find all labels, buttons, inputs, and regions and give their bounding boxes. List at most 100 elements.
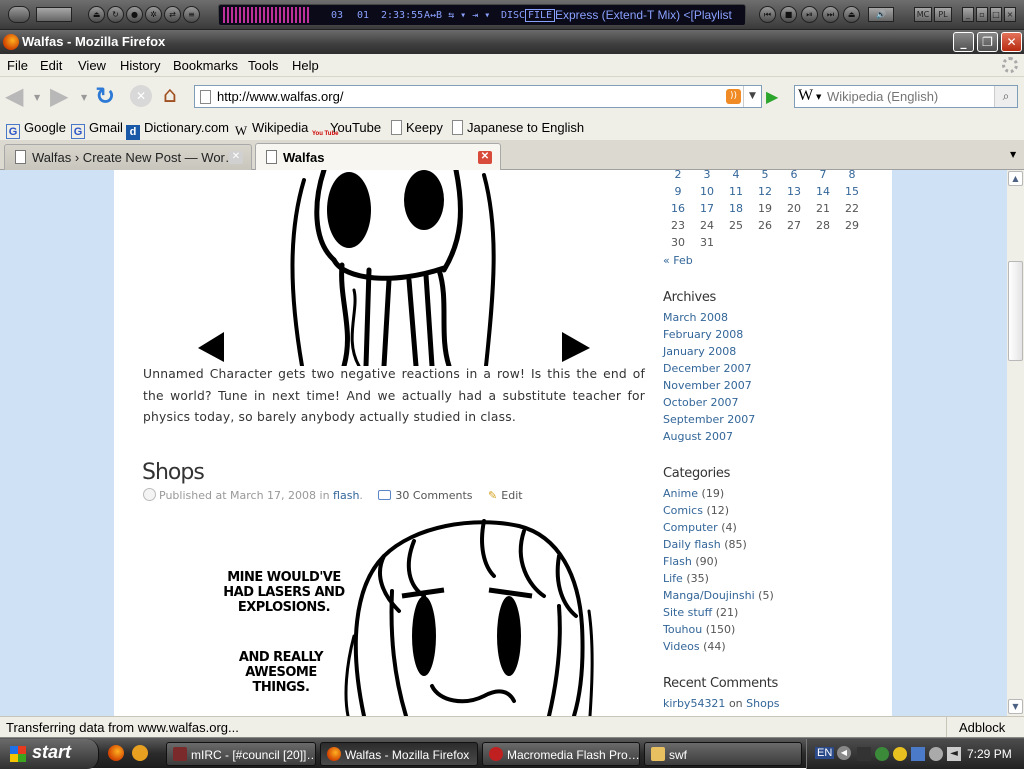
calendar-day[interactable]: 15: [841, 185, 863, 198]
winamp-settings-icon[interactable]: ✲: [145, 6, 162, 23]
calendar-day[interactable]: 14: [812, 185, 834, 198]
winamp-shuffle-icon[interactable]: ⇄: [164, 6, 181, 23]
start-button[interactable]: start: [0, 739, 99, 769]
menu-tools[interactable]: Tools: [248, 58, 278, 73]
stop-icon[interactable]: ✕: [130, 85, 152, 107]
close-icon[interactable]: ✕: [1001, 32, 1022, 52]
calendar-day[interactable]: 18: [725, 202, 747, 215]
tab-create-new-post[interactable]: Walfas › Create New Post — Wor… ✕: [4, 144, 252, 170]
taskbar-item-mirc[interactable]: mIRC - [#council [20]]…: [166, 742, 316, 766]
quicklaunch-app-icon[interactable]: [132, 745, 148, 761]
calendar-day[interactable]: 6: [783, 170, 805, 181]
calendar-day[interactable]: 8: [841, 170, 863, 181]
play-pause-icon[interactable]: ⏯: [801, 6, 818, 23]
firefox-icon[interactable]: [3, 34, 19, 50]
comment-post-link[interactable]: Shops: [746, 697, 779, 710]
search-input[interactable]: [827, 88, 987, 105]
taskbar-item-firefox[interactable]: Walfas - Mozilla Firefox: [320, 742, 478, 766]
quicklaunch-firefox-icon[interactable]: [108, 745, 124, 761]
next-track-icon[interactable]: ⏭: [822, 6, 839, 23]
calendar-day[interactable]: 5: [754, 170, 776, 181]
engine-dropdown-icon[interactable]: ▼: [816, 93, 821, 101]
open-icon[interactable]: ⏏: [843, 6, 860, 23]
go-icon[interactable]: ▶: [766, 87, 778, 106]
taskbar-item-flash[interactable]: Macromedia Flash Pro…: [482, 742, 640, 766]
url-input[interactable]: [217, 88, 717, 105]
archive-link[interactable]: September 2007: [663, 413, 755, 426]
calendar-day[interactable]: 16: [667, 202, 689, 215]
post-comments-link[interactable]: 30 Comments: [395, 489, 472, 502]
forward-history-icon[interactable]: ▼: [81, 93, 87, 102]
tab-list-dropdown-icon[interactable]: ▼: [1010, 150, 1016, 159]
winamp-menu-icon[interactable]: [8, 6, 30, 23]
category-link[interactable]: Anime: [663, 487, 698, 500]
category-link[interactable]: Daily flash: [663, 538, 721, 551]
archive-link[interactable]: January 2008: [663, 345, 736, 358]
rss-feed-icon[interactable]: )): [726, 89, 741, 104]
post-title[interactable]: Shops: [142, 460, 205, 485]
scroll-down-icon[interactable]: ▼: [1008, 699, 1023, 714]
category-link[interactable]: Computer: [663, 521, 718, 534]
archive-link[interactable]: October 2007: [663, 396, 739, 409]
calendar-day[interactable]: 2: [667, 170, 689, 181]
winamp-restore-icon[interactable]: □: [990, 7, 1002, 22]
taskbar-item-swf-folder[interactable]: swf: [644, 742, 802, 766]
maximize-icon[interactable]: ❐: [977, 32, 998, 52]
tab-walfas[interactable]: Walfas ✕: [255, 143, 501, 171]
tab-close-icon[interactable]: ✕: [478, 151, 492, 164]
archive-link[interactable]: February 2008: [663, 328, 743, 341]
bookmark-keepy[interactable]: Keepy: [391, 120, 443, 135]
vertical-scrollbar[interactable]: ▲ ▼: [1007, 170, 1024, 716]
forward-icon[interactable]: ▶: [50, 84, 68, 108]
menu-view[interactable]: View: [78, 58, 106, 73]
back-icon[interactable]: ◀: [5, 84, 23, 108]
stop-icon[interactable]: ■: [780, 6, 797, 23]
category-link[interactable]: Site stuff: [663, 606, 712, 619]
tray-app-icon[interactable]: [929, 747, 943, 761]
calendar-day[interactable]: 17: [696, 202, 718, 215]
archive-link[interactable]: March 2008: [663, 311, 728, 324]
bookmark-dictionary[interactable]: d Dictionary.com: [126, 120, 229, 140]
adblock-status[interactable]: Adblock: [959, 720, 1005, 735]
network-icon[interactable]: [911, 747, 925, 761]
category-link[interactable]: Touhou: [663, 623, 702, 636]
language-indicator[interactable]: EN: [815, 747, 835, 759]
winamp-record-icon[interactable]: ●: [126, 6, 143, 23]
bookmark-wikipedia[interactable]: W Wikipedia: [234, 120, 309, 138]
category-link[interactable]: Flash: [663, 555, 692, 568]
menu-history[interactable]: History: [120, 58, 160, 73]
winamp-pl-button[interactable]: PL: [934, 7, 952, 22]
winamp-repeat-icon[interactable]: ↻: [107, 6, 124, 23]
winamp-options-button[interactable]: [36, 7, 72, 22]
calendar-day[interactable]: 4: [725, 170, 747, 181]
calendar-day[interactable]: 3: [696, 170, 718, 181]
scroll-up-icon[interactable]: ▲: [1008, 171, 1023, 186]
calendar-day[interactable]: 10: [696, 185, 718, 198]
archive-link[interactable]: August 2007: [663, 430, 733, 443]
post-edit-link[interactable]: Edit: [501, 489, 522, 502]
search-icon[interactable]: ⌕: [994, 86, 1017, 107]
menu-edit[interactable]: Edit: [40, 58, 62, 73]
tray-app-icon[interactable]: [857, 747, 871, 761]
comment-author-link[interactable]: kirby54321: [663, 697, 725, 710]
minimize-icon[interactable]: _: [953, 32, 974, 52]
calendar-day[interactable]: 13: [783, 185, 805, 198]
url-history-dropdown-icon[interactable]: ▼: [743, 86, 761, 107]
calendar-day[interactable]: 9: [667, 185, 689, 198]
bookmark-japanese-to-english[interactable]: Japanese to English: [452, 120, 584, 135]
winamp-close-icon[interactable]: ×: [1004, 7, 1016, 22]
menu-bookmarks[interactable]: Bookmarks: [173, 58, 238, 73]
winamp-shade-icon[interactable]: ▫: [976, 7, 988, 22]
tray-expand-icon[interactable]: ◀: [837, 746, 851, 760]
prev-track-icon[interactable]: ⏮: [759, 6, 776, 23]
wikipedia-engine-icon[interactable]: W: [798, 87, 813, 105]
tray-app-icon[interactable]: [875, 747, 889, 761]
winamp-eject-icon[interactable]: ⏏: [88, 6, 105, 23]
winamp-mc-button[interactable]: MC: [914, 7, 932, 22]
calendar-day[interactable]: 11: [725, 185, 747, 198]
calendar-day[interactable]: 12: [754, 185, 776, 198]
winamp-minimize-icon[interactable]: _: [962, 7, 974, 22]
calendar-prev-month-link[interactable]: « Feb: [663, 254, 693, 267]
volume-icon[interactable]: 🔊: [868, 7, 894, 22]
volume-icon[interactable]: ◄: [947, 747, 961, 761]
